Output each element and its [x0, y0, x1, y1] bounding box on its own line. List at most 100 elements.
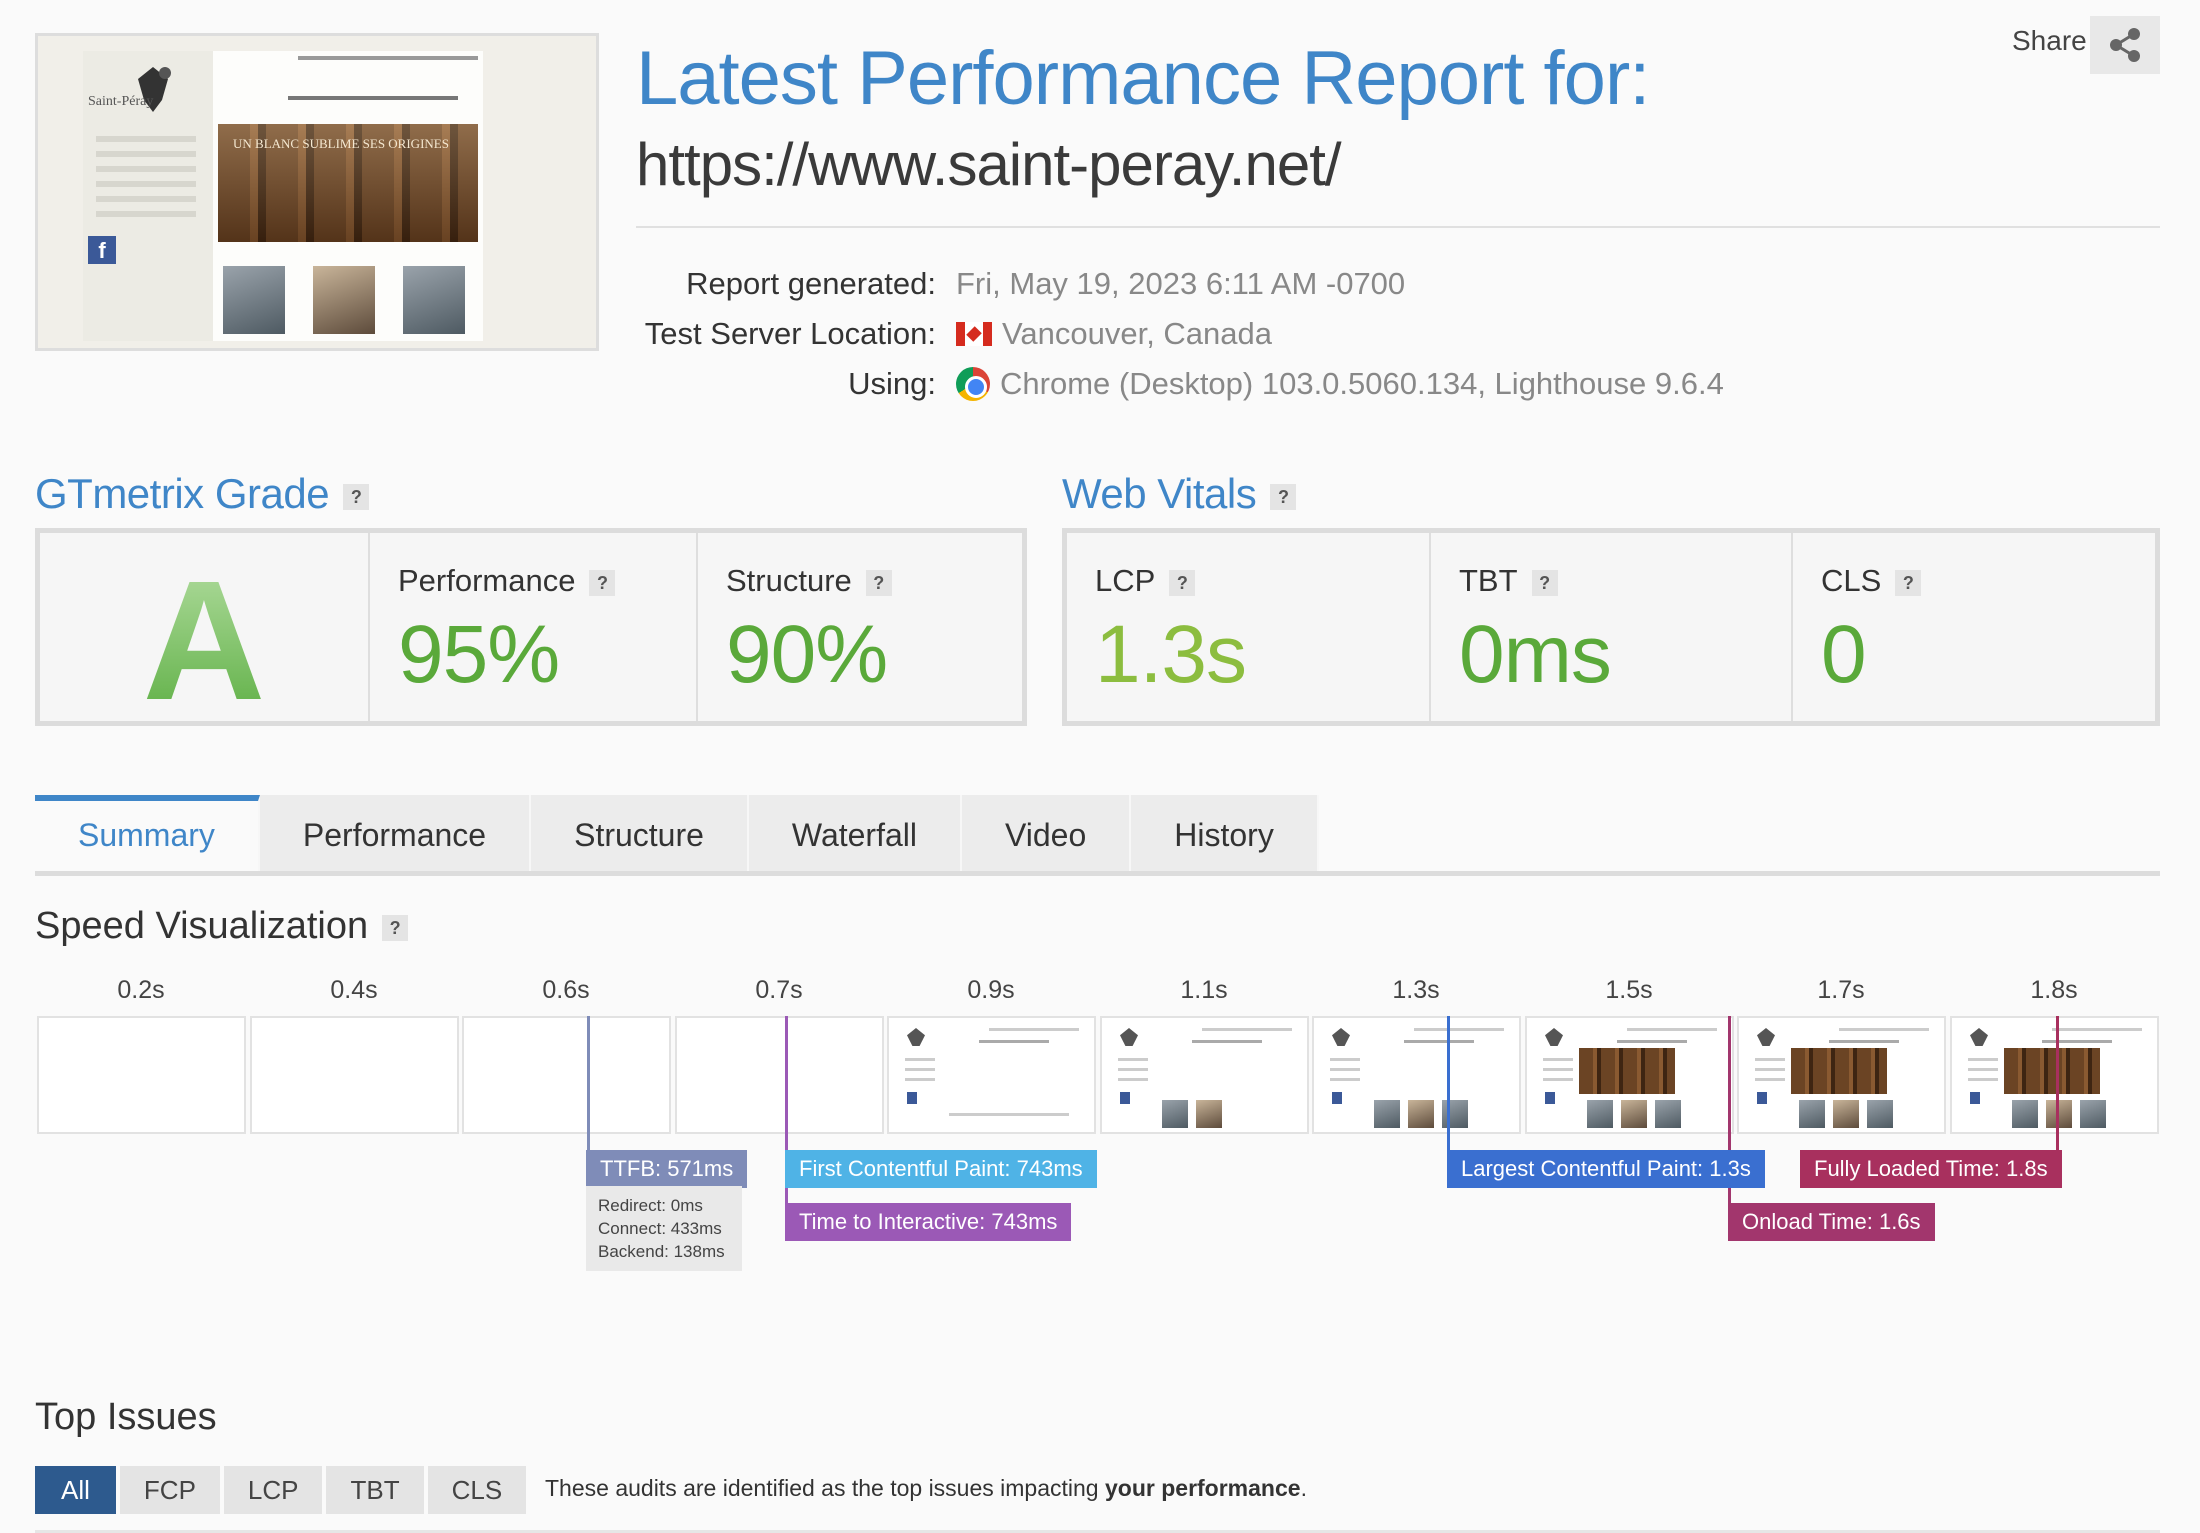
web-vitals-heading: Web Vitals? [1062, 470, 1297, 518]
gtmetrix-help-icon[interactable]: ? [343, 483, 370, 510]
filmstrip-time-label: 1.7s [1817, 976, 1865, 1004]
gtmetrix-grade-title: GTmetrix Grade [35, 470, 330, 517]
mini-line [979, 1040, 1049, 1043]
web-vitals-title: Web Vitals [1062, 470, 1257, 517]
filmstrip-frame[interactable] [887, 1016, 1096, 1134]
mini-photo [1587, 1100, 1613, 1128]
filmstrip-frame[interactable] [1312, 1016, 1521, 1134]
ttfb-marker: TTFB: 571ms [586, 1150, 748, 1188]
connect-time: Connect: 433ms [598, 1219, 722, 1238]
performance-help-icon[interactable]: ? [589, 569, 616, 596]
filter-lcp[interactable]: LCP [223, 1466, 323, 1514]
mini-line [1543, 1068, 1573, 1071]
thumbnail-menu-line [96, 211, 196, 217]
filmstrip-frame[interactable] [1525, 1016, 1734, 1134]
web-vitals-panel: LCP? 1.3s TBT? 0ms CLS? 0 [1062, 528, 2160, 726]
filter-tbt[interactable]: TBT [326, 1466, 424, 1514]
filmstrip-frame[interactable] [250, 1016, 459, 1134]
filmstrip-time-label: 0.6s [542, 976, 590, 1004]
filmstrip-time-label: 0.9s [967, 976, 1015, 1004]
structure-score: 90% [726, 609, 888, 700]
mini-line [1192, 1040, 1262, 1043]
tab-summary[interactable]: Summary [35, 795, 260, 875]
tab-performance[interactable]: Performance [259, 795, 532, 875]
filmstrip-frame[interactable] [675, 1016, 884, 1134]
cls-cell: CLS? 0 [1793, 533, 2155, 721]
thumbnail-menu-line [96, 166, 196, 172]
filmstrip-time-label: 1.5s [1605, 976, 1653, 1004]
mini-logo-icon [1757, 1028, 1775, 1046]
top-issues-title: Top Issues [35, 1396, 217, 1438]
chrome-icon [956, 367, 990, 401]
mini-line [1543, 1078, 1573, 1081]
structure-cell: Structure? 90% [698, 533, 1022, 721]
share-label[interactable]: Share [2012, 25, 2087, 57]
gtmetrix-grade-heading: GTmetrix Grade? [35, 470, 370, 518]
report-url: https://www.saint-peray.net/ [636, 131, 1342, 198]
mini-photo [2012, 1100, 2038, 1128]
tab-waterfall[interactable]: Waterfall [748, 795, 962, 875]
mini-logo-icon [1545, 1028, 1563, 1046]
mini-line [1755, 1058, 1785, 1061]
mini-facebook-icon [1970, 1092, 1980, 1104]
mini-photo [1442, 1100, 1468, 1128]
cls-value: 0 [1821, 609, 1867, 700]
filmstrip-frame[interactable] [1950, 1016, 2159, 1134]
speed-help-icon[interactable]: ? [382, 914, 409, 941]
web-vitals-help-icon[interactable]: ? [1270, 483, 1297, 510]
mini-line [1118, 1058, 1148, 1061]
mini-photo [1374, 1100, 1400, 1128]
share-button[interactable] [2090, 16, 2160, 74]
report-title: Latest Performance Report for: [636, 36, 1650, 121]
onload-marker: Onload Time: 1.6s [1728, 1203, 1935, 1241]
tab-video[interactable]: Video [961, 795, 1132, 875]
mini-facebook-icon [1757, 1092, 1767, 1104]
fully-loaded-marker-line [2056, 1016, 2059, 1158]
tbt-value: 0ms [1459, 609, 1612, 700]
share-icon [2110, 28, 2140, 62]
filmstrip-time-label: 0.2s [117, 976, 165, 1004]
performance-score: 95% [398, 609, 560, 700]
mini-barrels-image [2004, 1048, 2100, 1094]
thumbnail-site-name: Saint-Péray [88, 94, 154, 109]
mini-facebook-icon [1120, 1092, 1130, 1104]
tab-history[interactable]: History [1131, 795, 1319, 875]
cls-help-icon[interactable]: ? [1895, 569, 1922, 596]
using-text: Chrome (Desktop) 103.0.5060.134, Lightho… [1000, 366, 1724, 401]
filmstrip-frame[interactable] [462, 1016, 671, 1134]
mini-photo [1408, 1100, 1434, 1128]
ttfb-details: Redirect: 0ms Connect: 433ms Backend: 13… [586, 1186, 742, 1271]
thumbnail-banner-text: UN BLANC SUBLIME SES ORIGINES [233, 136, 449, 151]
mini-line [1617, 1040, 1687, 1043]
tab-structure[interactable]: Structure [531, 795, 749, 875]
thumbnail-nav-line [298, 56, 478, 60]
mini-photo [1833, 1100, 1859, 1128]
issue-filters: All FCP LCP TBT CLS [35, 1466, 527, 1514]
filter-all[interactable]: All [35, 1466, 116, 1514]
thumbnail-menu-line [96, 136, 196, 142]
fully-loaded-marker: Fully Loaded Time: 1.8s [1800, 1150, 2062, 1188]
mini-line [905, 1078, 935, 1081]
tbt-help-icon[interactable]: ? [1531, 569, 1558, 596]
filter-fcp[interactable]: FCP [119, 1466, 220, 1514]
filmstrip-frame[interactable] [37, 1016, 246, 1134]
lcp-help-icon[interactable]: ? [1169, 569, 1196, 596]
mini-barrels-image [1579, 1048, 1675, 1094]
structure-help-icon[interactable]: ? [865, 569, 892, 596]
mini-facebook-icon [1332, 1092, 1342, 1104]
filmstrip-frame[interactable] [1100, 1016, 1309, 1134]
thumbnail-photo [313, 266, 375, 334]
mini-line [1414, 1028, 1504, 1031]
site-screenshot-thumbnail[interactable]: Saint-Péray f UN BLANC SUBLIME SES ORIGI… [35, 33, 599, 351]
mini-logo-icon [907, 1028, 925, 1046]
cls-label: CLS? [1821, 563, 1922, 599]
tti-marker: Time to Interactive: 743ms [785, 1203, 1072, 1241]
mini-line [1968, 1078, 1998, 1081]
top-issues-description: These audits are identified as the top i… [545, 1475, 1307, 1501]
grade-letter: A [40, 543, 368, 739]
lcp-label: LCP? [1095, 563, 1196, 599]
mini-line [2042, 1040, 2112, 1043]
filmstrip-frame[interactable] [1737, 1016, 1946, 1134]
facebook-icon: f [88, 236, 116, 264]
filter-cls[interactable]: CLS [427, 1466, 527, 1514]
